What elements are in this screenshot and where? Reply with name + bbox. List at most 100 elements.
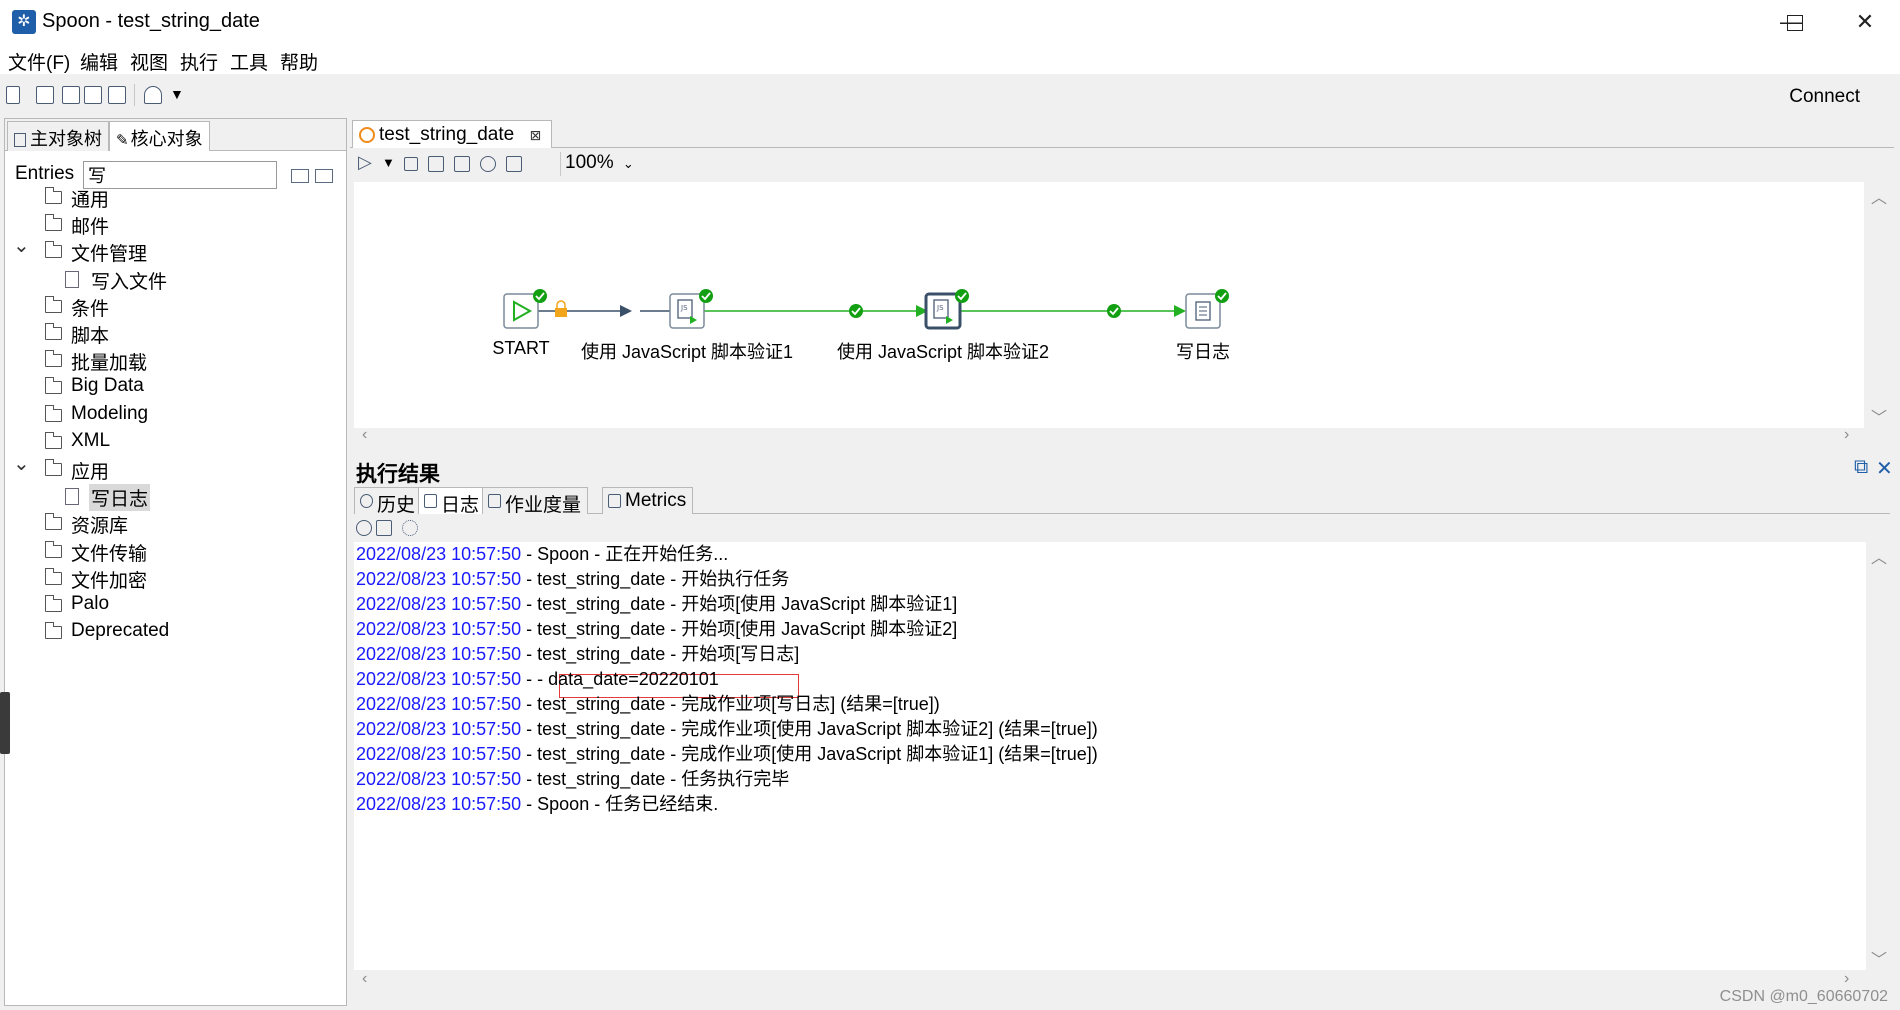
log-icon	[424, 494, 437, 508]
menu-help[interactable]: 帮助	[280, 48, 318, 75]
log-message: - test_string_date - 开始项[使用 JavaScript 脚…	[521, 619, 958, 639]
log-timestamp: 2022/08/23 10:57:50	[356, 769, 522, 789]
tab-history[interactable]: 历史	[354, 487, 423, 516]
success-check-icon	[1107, 304, 1121, 318]
maximize-icon	[1787, 15, 1803, 32]
scroll-up-icon[interactable]: ︿	[1871, 184, 1887, 208]
menu-edit[interactable]: 编辑	[80, 48, 118, 75]
scroll-right-icon[interactable]: ›	[1844, 426, 1849, 444]
log-line: 2022/08/23 10:57:50 - test_string_date -…	[356, 767, 789, 791]
folder-icon	[44, 295, 62, 313]
log-message: - Spoon - 任务已经结束.	[521, 794, 719, 814]
menu-run[interactable]: 执行	[180, 48, 218, 75]
entries-search-input[interactable]	[83, 161, 277, 189]
menu-view[interactable]: 视图	[130, 48, 168, 75]
canvas-horizontal-scrollbar[interactable]: ‹ ›	[354, 426, 1888, 446]
zoom-value: 100%	[565, 152, 614, 173]
sql-icon[interactable]	[454, 156, 470, 172]
tree-item-label: 通用	[71, 190, 110, 211]
tab-design-label: 核心对象	[130, 129, 203, 149]
clear-log-icon[interactable]	[356, 520, 372, 536]
javascript-2-node[interactable]: JS	[924, 289, 969, 330]
log-timestamp: 2022/08/23 10:57:50	[356, 544, 522, 564]
open-file-icon[interactable]	[36, 86, 54, 104]
start-node[interactable]	[503, 289, 547, 329]
metrics-list-icon	[488, 494, 501, 508]
tab-view-label: 主对象树	[30, 129, 102, 149]
scroll-left-icon[interactable]: ‹	[362, 426, 367, 444]
folder-icon	[44, 214, 62, 232]
panel-resize-handle[interactable]	[0, 692, 10, 754]
javascript-2-label: 使用 JavaScript 脚本验证2	[836, 342, 1050, 362]
menu-file[interactable]: 文件(F)	[8, 48, 70, 75]
new-file-icon[interactable]	[6, 86, 20, 104]
close-tab-icon[interactable]: ⊠	[529, 127, 541, 143]
run-icon[interactable]: ▷	[358, 152, 372, 173]
scroll-right-icon[interactable]: ›	[1844, 970, 1849, 988]
run-options-dropdown-icon[interactable]: ▼	[382, 155, 395, 170]
log-timestamp: 2022/08/23 10:57:50	[356, 644, 522, 664]
folder-icon	[44, 622, 62, 640]
log-toolbar	[354, 515, 1890, 541]
folder-icon	[44, 404, 62, 422]
title-bar: ✲ Spoon - test_string_date — ✕	[0, 0, 1900, 44]
tab-metrics[interactable]: Metrics	[602, 487, 694, 514]
editor-tab-label: test_string_date	[379, 124, 515, 145]
scroll-left-icon[interactable]: ‹	[362, 970, 367, 988]
settings-gear-icon[interactable]	[402, 520, 418, 536]
save-as-icon[interactable]	[108, 86, 126, 104]
log-line: 2022/08/23 10:57:50 - test_string_date -…	[356, 717, 1098, 741]
tree-item-label: 文件管理	[71, 244, 148, 266]
stop-icon[interactable]	[404, 157, 418, 171]
connect-button[interactable]: Connect	[1789, 86, 1860, 108]
trash-icon[interactable]	[376, 520, 392, 536]
zoom-select[interactable]: 100% ⌄	[560, 152, 638, 176]
chevron-down-icon[interactable]: ⌄	[13, 451, 30, 476]
expand-all-icon[interactable]	[291, 169, 309, 183]
menu-tools[interactable]: 工具	[230, 48, 268, 75]
explore-repository-icon[interactable]	[62, 86, 80, 104]
tab-view[interactable]: 主对象树	[7, 121, 109, 151]
log-horizontal-scrollbar[interactable]: ‹ ›	[354, 970, 1888, 992]
pencil-icon: ✎	[116, 132, 129, 149]
close-panel-icon[interactable]: ✕	[1876, 456, 1893, 481]
log-line: 2022/08/23 10:57:50 - Spoon - 正在开始任务...	[356, 542, 728, 566]
tab-job-metrics[interactable]: 作业度量	[482, 487, 589, 516]
window-title: Spoon - test_string_date	[42, 10, 260, 32]
job-canvas[interactable]: JS JS START 使用 JavaScript 脚本验证1 使用 JavaS…	[354, 182, 1864, 428]
tree-item-label: Deprecated	[71, 620, 170, 642]
tab-log[interactable]: 日志	[418, 487, 487, 516]
log-line: 2022/08/23 10:57:50 - test_string_date -…	[356, 742, 1098, 766]
layers-icon[interactable]	[144, 86, 162, 104]
editor-tab-bar: test_string_date ⊠	[350, 118, 1894, 148]
log-vertical-scrollbar[interactable]: ︿ ﹀	[1866, 542, 1888, 970]
grid-icon[interactable]	[506, 156, 522, 172]
log-line: 2022/08/23 10:57:50 - Spoon - 任务已经结束.	[356, 792, 718, 816]
entries-label: Entries	[15, 163, 75, 184]
document-icon	[65, 270, 79, 288]
detach-panel-icon[interactable]: ⧉	[1854, 456, 1868, 479]
tab-test-string-date[interactable]: test_string_date ⊠	[352, 120, 553, 148]
javascript-1-node[interactable]: JS	[669, 289, 713, 329]
replay-icon[interactable]	[428, 156, 444, 172]
scroll-down-icon[interactable]: ﹀	[1871, 946, 1887, 970]
write-log-node[interactable]	[1185, 289, 1229, 329]
scroll-down-icon[interactable]: ﹀	[1871, 404, 1887, 428]
layers-dropdown-icon[interactable]: ▼	[170, 86, 184, 102]
tab-design[interactable]: ✎ 核心对象	[109, 121, 210, 151]
job-diagram: JS JS	[503, 289, 1229, 330]
maximize-button[interactable]	[1760, 0, 1830, 44]
folder-icon	[44, 323, 62, 340]
chevron-down-icon[interactable]: ⌄	[13, 233, 30, 258]
log-message: - test_string_date - 完成作业项[写日志] (结果=[tru…	[521, 694, 940, 714]
tree-item-label: 应用	[71, 462, 110, 483]
log-text-area[interactable]: 2022/08/23 10:57:50 - Spoon - 正在开始任务... 2…	[354, 542, 1866, 970]
tree-item-label: 文件加密	[71, 570, 148, 592]
analyze-impact-icon[interactable]	[480, 156, 496, 172]
hop-arrow-icon	[620, 305, 632, 317]
save-icon[interactable]	[84, 86, 102, 104]
scroll-up-icon[interactable]: ︿	[1871, 544, 1887, 568]
collapse-all-icon[interactable]	[315, 169, 333, 183]
canvas-vertical-scrollbar[interactable]: ︿ ﹀	[1866, 182, 1888, 428]
close-window-button[interactable]: ✕	[1830, 0, 1900, 44]
